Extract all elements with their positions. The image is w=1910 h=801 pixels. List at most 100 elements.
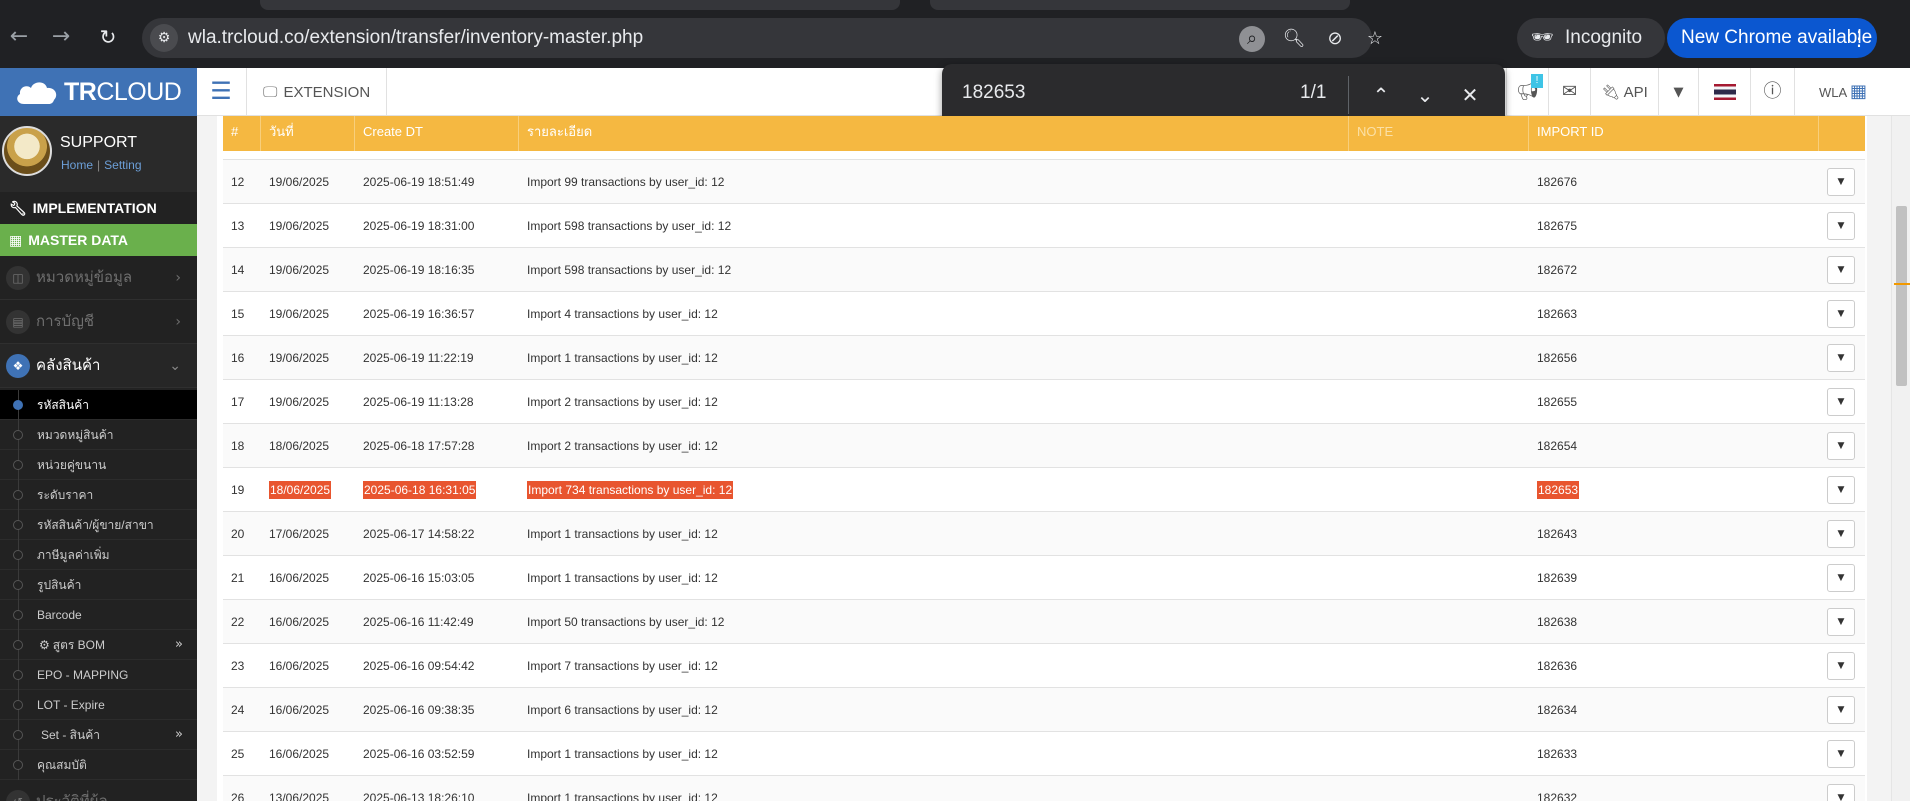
col-create-dt[interactable]: Create DT [355, 116, 519, 151]
cell-text: Import 4 transactions by user_id: 12 [527, 307, 718, 321]
row-action-dropdown-icon[interactable]: ▼ [1827, 520, 1855, 548]
table-row[interactable]: 16 19/06/2025 2025-06-19 11:22:19 Import 1 … [223, 336, 1865, 380]
row-action-dropdown-icon[interactable]: ▼ [1827, 432, 1855, 460]
sidebar-item-properties[interactable]: คุณสมบัติ [0, 750, 197, 780]
table-row[interactable]: 25 16/06/2025 2025-06-16 03:52:59 Import 1 … [223, 732, 1865, 776]
extension-tab[interactable]: 🖵 EXTENSION [246, 68, 388, 116]
col-detail[interactable]: รายละเอียด [519, 116, 1349, 151]
master-data-item[interactable]: ▦ MASTER DATA [0, 224, 197, 256]
table-row[interactable]: 12 19/06/2025 2025-06-19 18:51:49 Import 99… [223, 160, 1865, 204]
sidebar-group-categories[interactable]: ◫ หมวดหมู่ข้อมูล › [0, 256, 197, 300]
sidebar-item-product-code[interactable]: รหัสสินค้า [0, 390, 197, 420]
sidebar-item-product-image[interactable]: รูปสินค้า [0, 570, 197, 600]
setting-link[interactable]: Setting [104, 158, 141, 172]
col-num[interactable]: # [223, 116, 261, 151]
reload-icon[interactable]: ↻ [95, 24, 121, 50]
home-link[interactable]: Home [61, 158, 93, 172]
table-row[interactable]: 22 16/06/2025 2025-06-16 11:42:49 Import 50… [223, 600, 1865, 644]
sidebar-item-label: หมวดหมู่สินค้า [37, 428, 114, 442]
cell-text: 16/06/2025 [269, 703, 330, 717]
logo-bold: TR [64, 78, 97, 106]
language-button[interactable] [1698, 68, 1750, 116]
scrollbar-thumb[interactable] [1896, 206, 1907, 386]
row-action-dropdown-icon[interactable]: ▼ [1827, 476, 1855, 504]
sidebar-item-parallel-unit[interactable]: หน่วยคู่ขนาน [0, 450, 197, 480]
sidebar-item-bom[interactable]: ⚙︎ สูตร BOM » [0, 630, 197, 660]
table-row[interactable]: 23 16/06/2025 2025-06-16 09:54:42 Import 7 … [223, 644, 1865, 688]
col-note[interactable]: NOTE [1349, 116, 1529, 151]
row-action-dropdown-icon[interactable]: ▼ [1827, 300, 1855, 328]
menu-dots-icon[interactable]: ⋮ [1849, 18, 1869, 58]
sidebar-item-vat[interactable]: ภาษีมูลค่าเพิ่ม [0, 540, 197, 570]
avatar[interactable] [2, 126, 52, 176]
table-row[interactable]: 21 16/06/2025 2025-06-16 15:03:05 Import 1 … [223, 556, 1865, 600]
forward-icon[interactable]: → [48, 24, 74, 50]
col-date[interactable]: วันที่ [261, 116, 355, 151]
new-chrome-button[interactable]: New Chrome available ⋮ [1667, 18, 1877, 58]
user-links: Home | Setting [61, 158, 142, 172]
url-text[interactable]: wla.trcloud.co/extension/transfer/invent… [188, 27, 643, 49]
row-action-dropdown-icon[interactable]: ▼ [1827, 564, 1855, 592]
table-row[interactable]: 15 19/06/2025 2025-06-19 16:36:57 Import 4 … [223, 292, 1865, 336]
sidebar-item-barcode[interactable]: Barcode [0, 600, 197, 630]
cell-text: 19/06/2025 [269, 219, 330, 233]
sidebar-group-history[interactable]: ↺ ประวัติที่ผ้ล [0, 780, 197, 801]
table-row[interactable]: 19 18/06/2025 2025-06-18 16:31:05 Import 73… [223, 468, 1865, 512]
help-button[interactable]: ⓘ [1750, 68, 1794, 116]
mail-button[interactable]: ✉ [1548, 68, 1590, 116]
row-action-dropdown-icon[interactable]: ▼ [1827, 696, 1855, 724]
implementation-mode-item[interactable]: 🔧︎IMPLEMENTATION MODE [0, 192, 197, 249]
table-row[interactable]: 26 13/06/2025 2025-06-13 18:26:10 Import 1 … [223, 776, 1865, 801]
find-prev-icon[interactable]: ⌃ [1366, 80, 1396, 110]
table-row[interactable]: 18 18/06/2025 2025-06-18 17:57:28 Import 2 … [223, 424, 1865, 468]
sidebar-group-inventory[interactable]: ❖ คลังสินค้า ⌄ [0, 344, 197, 388]
dropdown-button[interactable]: ▼ [1658, 68, 1698, 116]
find-next-icon[interactable]: ⌄ [1410, 80, 1440, 110]
row-action-dropdown-icon[interactable]: ▼ [1827, 608, 1855, 636]
row-action-dropdown-icon[interactable]: ▼ [1827, 168, 1855, 196]
row-action-dropdown-icon[interactable]: ▼ [1827, 652, 1855, 680]
cell-create-dt: 2025-06-13 18:26:10 [355, 776, 474, 801]
table-row[interactable]: 17 19/06/2025 2025-06-19 11:13:28 Import 2 … [223, 380, 1865, 424]
sidebar-item-vendor-branch[interactable]: รหัสสินค้า/ผู้ขาย/สาขา [0, 510, 197, 540]
sidebar-item-product-category[interactable]: หมวดหมู่สินค้า [0, 420, 197, 450]
logo[interactable]: TRCLOUD [0, 68, 197, 116]
double-chevron-right-icon: » [175, 727, 183, 742]
site-info-icon[interactable]: ⚙ [150, 24, 178, 52]
table-row[interactable]: 20 17/06/2025 2025-06-17 14:58:22 Import 1 … [223, 512, 1865, 556]
eye-off-icon[interactable]: ⊘ [1322, 26, 1348, 52]
cell-text: 16 [231, 351, 245, 365]
row-action-dropdown-icon[interactable]: ▼ [1827, 740, 1855, 768]
back-icon[interactable]: ← [6, 24, 32, 50]
bullet-icon [13, 550, 23, 560]
incognito-indicator[interactable]: 🕶︎ Incognito [1517, 18, 1665, 58]
tab[interactable] [260, 0, 900, 10]
hamburger-menu-icon[interactable]: ☰ [208, 78, 234, 104]
sidebar-item-set-product[interactable]: Set - สินค้า » [0, 720, 197, 750]
col-import-id[interactable]: IMPORT ID [1529, 116, 1819, 151]
address-bar[interactable]: ⚙ wla.trcloud.co/extension/transfer/inve… [142, 18, 1383, 58]
find-input[interactable]: 182653 [962, 82, 1025, 104]
sidebar-item-lot-expire[interactable]: LOT - Expire [0, 690, 197, 720]
api-button[interactable]: 🔌︎ API [1590, 68, 1658, 116]
announcement-button[interactable]: 📢︎ ! [1506, 68, 1548, 116]
cell-text: Import 598 transactions by user_id: 12 [527, 263, 732, 277]
find-in-page-icon[interactable]: ⌕ [1239, 26, 1265, 52]
sidebar-item-epo-mapping[interactable]: EPO - MAPPING [0, 660, 197, 690]
table-row[interactable]: 13 19/06/2025 2025-06-19 18:31:00 Import 59… [223, 204, 1865, 248]
find-close-icon[interactable]: ✕ [1455, 80, 1485, 110]
row-action-dropdown-icon[interactable]: ▼ [1827, 784, 1855, 801]
row-action-dropdown-icon[interactable]: ▼ [1827, 388, 1855, 416]
bookmark-star-icon[interactable]: ☆ [1362, 26, 1388, 52]
page-scrollbar[interactable] [1891, 116, 1910, 801]
table-row[interactable]: 14 19/06/2025 2025-06-19 18:16:35 Import 59… [223, 248, 1865, 292]
row-action-dropdown-icon[interactable]: ▼ [1827, 344, 1855, 372]
row-action-dropdown-icon[interactable]: ▼ [1827, 256, 1855, 284]
sidebar-group-accounting[interactable]: ▤ การบัญชี › [0, 300, 197, 344]
user-menu[interactable]: WLA ▦ [1794, 68, 1891, 116]
table-row[interactable]: 24 16/06/2025 2025-06-16 09:38:35 Import 6 … [223, 688, 1865, 732]
sidebar-item-price-level[interactable]: ระดับราคา [0, 480, 197, 510]
zoom-icon[interactable]: 🔍︎ [1281, 26, 1307, 52]
row-action-dropdown-icon[interactable]: ▼ [1827, 212, 1855, 240]
tab[interactable] [930, 0, 1350, 10]
